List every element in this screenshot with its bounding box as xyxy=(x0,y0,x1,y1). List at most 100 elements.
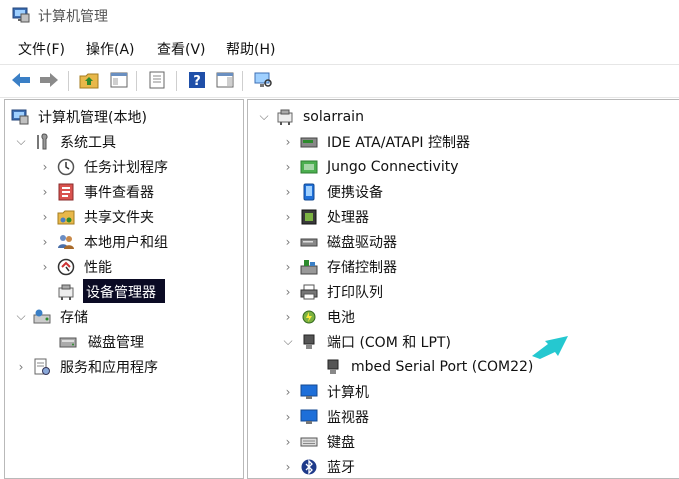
device-category-computer[interactable]: › 计算机 xyxy=(280,379,372,404)
chevron-right-icon[interactable]: › xyxy=(13,359,29,375)
bluetooth-icon xyxy=(300,458,318,476)
action-pane-icon[interactable] xyxy=(214,69,236,91)
chevron-right-icon[interactable]: › xyxy=(280,134,296,150)
computer-tower-icon xyxy=(276,108,294,126)
help-icon[interactable]: ? xyxy=(186,69,208,91)
services-icon xyxy=(33,358,51,376)
chevron-down-icon[interactable]: ⌵ xyxy=(13,134,29,150)
tree-label: 计算机管理(本地) xyxy=(38,109,147,126)
tree-item-device-manager[interactable]: 设备管理器 xyxy=(57,279,159,304)
chevron-right-icon[interactable]: › xyxy=(280,384,296,400)
shared-folder-icon xyxy=(57,208,75,226)
chevron-down-icon[interactable]: ⌵ xyxy=(256,109,272,125)
processor-icon xyxy=(300,208,318,226)
storage-icon xyxy=(33,308,51,326)
device-category-ide[interactable]: › IDE ATA/ATAPI 控制器 xyxy=(280,129,473,154)
computer-management-icon xyxy=(12,7,30,23)
tree-item-event-viewer[interactable]: › 事件查看器 xyxy=(37,179,157,204)
chevron-right-icon[interactable]: › xyxy=(37,259,53,275)
device-category-print-queues[interactable]: › 打印队列 xyxy=(280,279,386,304)
battery-icon xyxy=(300,308,318,326)
device-manager-icon xyxy=(57,283,75,301)
tools-icon xyxy=(33,132,51,151)
device-root-computer[interactable]: ⌵ solarrain xyxy=(256,104,367,129)
tree-item-storage[interactable]: ⌵ 存储 xyxy=(13,304,91,329)
device-category-processor[interactable]: › 处理器 xyxy=(280,204,372,229)
tree-label: 蓝牙 xyxy=(327,459,355,476)
forward-arrow-icon[interactable] xyxy=(38,69,60,91)
chevron-down-icon[interactable]: ⌵ xyxy=(280,334,296,350)
device-category-keyboards[interactable]: › 键盘 xyxy=(280,429,358,454)
chevron-right-icon[interactable]: › xyxy=(280,309,296,325)
svg-text:?: ? xyxy=(193,74,201,89)
portable-device-icon xyxy=(300,183,318,201)
tree-label: 事件查看器 xyxy=(84,184,154,201)
properties-icon[interactable] xyxy=(146,69,168,91)
ide-controller-icon xyxy=(300,133,318,151)
device-mbed-serial-port[interactable]: mbed Serial Port (COM22) xyxy=(324,354,536,379)
menu-bar: 文件(F) 操作(A) 查看(V) 帮助(H) xyxy=(0,36,679,62)
tree-item-disk-management[interactable]: 磁盘管理 xyxy=(59,329,147,354)
tree-label: 端口 (COM 和 LPT) xyxy=(327,334,451,351)
device-category-batteries[interactable]: › 电池 xyxy=(280,304,358,329)
tree-label: 服务和应用程序 xyxy=(60,359,158,376)
tree-label: IDE ATA/ATAPI 控制器 xyxy=(327,134,471,151)
chevron-right-icon[interactable]: › xyxy=(280,159,296,175)
toolbar: ? xyxy=(0,64,679,98)
chevron-right-icon[interactable]: › xyxy=(280,259,296,275)
device-category-storage-controllers[interactable]: › 存储控制器 xyxy=(280,254,400,279)
storage-controller-icon xyxy=(300,258,318,276)
tree-label: solarrain xyxy=(303,108,364,125)
tree-item-local-users[interactable]: › 本地用户和组 xyxy=(37,229,171,254)
chevron-right-icon[interactable]: › xyxy=(280,409,296,425)
jungo-device-icon xyxy=(300,158,318,176)
tree-item-task-scheduler[interactable]: › 任务计划程序 xyxy=(37,154,171,179)
menu-file[interactable]: 文件(F) xyxy=(18,39,65,59)
device-category-jungo[interactable]: › Jungo Connectivity xyxy=(280,154,462,179)
device-category-portable[interactable]: › 便携设备 xyxy=(280,179,386,204)
title-bar: 计算机管理 xyxy=(0,0,679,32)
menu-action[interactable]: 操作(A) xyxy=(86,39,135,59)
tree-label: 处理器 xyxy=(327,209,369,226)
tree-label: 本地用户和组 xyxy=(84,234,168,251)
tree-item-performance[interactable]: › 性能 xyxy=(37,254,115,279)
chevron-right-icon[interactable]: › xyxy=(280,184,296,200)
menu-help[interactable]: 帮助(H) xyxy=(226,39,275,59)
tree-item-computer-management[interactable]: 计算机管理(本地) xyxy=(11,104,150,129)
tree-item-shared-folders[interactable]: › 共享文件夹 xyxy=(37,204,157,229)
chevron-right-icon[interactable]: › xyxy=(280,234,296,250)
tree-label: 共享文件夹 xyxy=(84,209,154,226)
window-title: 计算机管理 xyxy=(38,9,108,25)
printer-icon xyxy=(300,283,318,301)
chevron-right-icon[interactable]: › xyxy=(280,459,296,475)
scan-hardware-icon[interactable] xyxy=(252,69,274,91)
back-arrow-icon[interactable] xyxy=(10,69,32,91)
up-folder-icon[interactable] xyxy=(78,69,100,91)
device-category-monitors[interactable]: › 监视器 xyxy=(280,404,372,429)
menu-view[interactable]: 查看(V) xyxy=(157,39,206,59)
tree-label: 打印队列 xyxy=(327,284,383,301)
tree-item-system-tools[interactable]: ⌵ 系统工具 xyxy=(13,129,119,154)
tree-label: 任务计划程序 xyxy=(84,159,168,176)
disk-drive-icon xyxy=(300,233,318,251)
tree-label: 便携设备 xyxy=(327,184,383,201)
tree-label: 监视器 xyxy=(327,409,369,426)
chevron-right-icon[interactable]: › xyxy=(37,209,53,225)
tree-item-services-apps[interactable]: › 服务和应用程序 xyxy=(13,354,161,379)
chevron-down-icon[interactable]: ⌵ xyxy=(13,309,29,325)
chevron-right-icon[interactable]: › xyxy=(280,284,296,300)
port-connector-icon xyxy=(324,358,342,376)
chevron-right-icon[interactable]: › xyxy=(37,159,53,175)
chevron-right-icon[interactable]: › xyxy=(37,184,53,200)
monitor-icon xyxy=(300,408,318,426)
device-category-bluetooth[interactable]: › 蓝牙 xyxy=(280,454,358,478)
performance-icon xyxy=(57,258,75,276)
tree-label: 系统工具 xyxy=(60,134,116,151)
device-category-disk-drives[interactable]: › 磁盘驱动器 xyxy=(280,229,400,254)
device-category-ports[interactable]: ⌵ 端口 (COM 和 LPT) xyxy=(280,329,454,354)
chevron-right-icon[interactable]: › xyxy=(280,434,296,450)
computer-management-icon xyxy=(11,108,29,126)
show-hide-tree-icon[interactable] xyxy=(108,69,130,91)
chevron-right-icon[interactable]: › xyxy=(37,234,53,250)
chevron-right-icon[interactable]: › xyxy=(280,209,296,225)
